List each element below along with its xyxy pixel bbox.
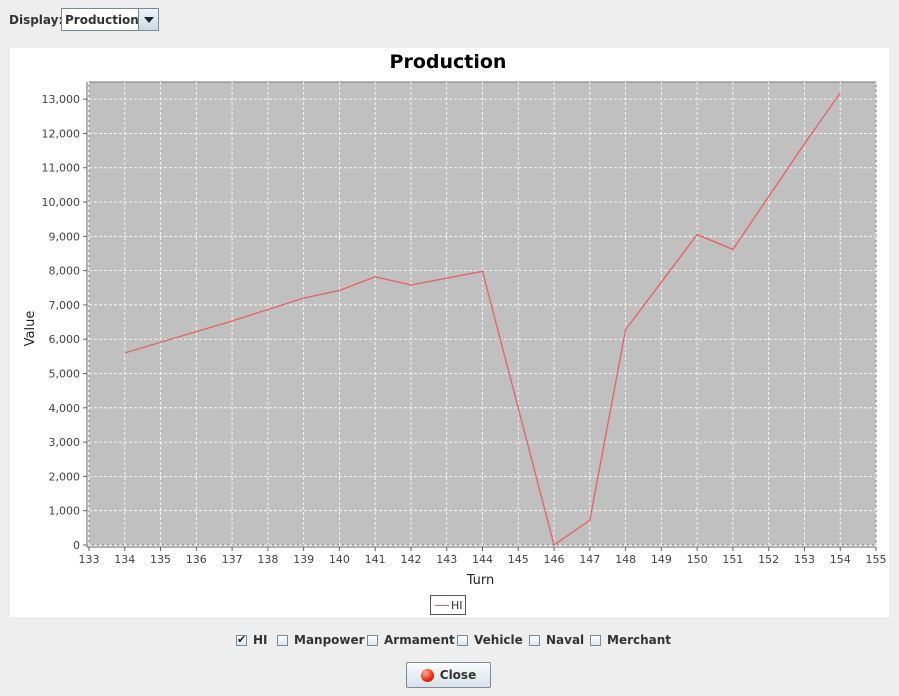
x-tick-label: 136 (186, 553, 207, 566)
close-icon (420, 668, 434, 682)
x-tick-label: 153 (794, 553, 815, 566)
legend-swatch (435, 605, 449, 606)
y-tick-label: 0 (73, 539, 80, 552)
y-axis-label: Value (23, 311, 38, 347)
display-label: Display: (9, 13, 64, 27)
x-tick-label: 148 (615, 553, 636, 566)
x-tick-label: 134 (114, 553, 135, 566)
x-tick-label: 144 (472, 553, 493, 566)
x-tick-label: 137 (222, 553, 243, 566)
x-tick-label: 139 (293, 553, 314, 566)
close-button-label: Close (439, 668, 477, 682)
filter-label: Naval (546, 633, 585, 647)
y-tick-label: 7,000 (49, 299, 81, 312)
x-tick-label: 147 (579, 553, 600, 566)
filter-label: Merchant (607, 633, 672, 647)
y-tick-label: 3,000 (49, 436, 81, 449)
display-select[interactable]: Production (61, 8, 159, 31)
checkbox-icon[interactable] (236, 633, 247, 647)
x-tick-label: 133 (79, 553, 100, 566)
y-tick-label: 10,000 (42, 196, 81, 209)
x-tick-label: 151 (722, 553, 743, 566)
checkbox-icon[interactable] (367, 634, 378, 646)
y-tick-label: 4,000 (49, 402, 81, 415)
close-button[interactable]: Close (406, 662, 491, 688)
checkbox-icon[interactable] (457, 634, 468, 646)
y-tick-label: 5,000 (49, 368, 81, 381)
filter-manpower[interactable]: Manpower (277, 631, 365, 649)
y-tick-label: 13,000 (42, 93, 81, 106)
production-chart: Production 133 134 135 136 137 138 139 140 141 142… (23, 51, 887, 588)
checkbox-icon[interactable] (277, 634, 288, 646)
y-tick-label: 9,000 (49, 230, 81, 243)
y-tick-label: 2,000 (49, 470, 81, 483)
x-tick-label: 152 (758, 553, 779, 566)
filter-armament[interactable]: Armament (367, 631, 455, 649)
filter-label: HI (253, 633, 268, 647)
x-tick-label: 146 (544, 553, 565, 566)
chart-title: Production (390, 51, 507, 73)
chevron-down-icon[interactable] (138, 9, 158, 30)
x-tick-label: 138 (257, 553, 278, 566)
series-filters: HI Manpower Armament Vehicle Naval Merch… (0, 631, 899, 651)
checkbox-icon[interactable] (529, 634, 540, 646)
y-tick-label: 1,000 (49, 505, 81, 518)
x-tick-label: 135 (150, 553, 171, 566)
x-tick-label: 155 (866, 553, 887, 566)
x-tick-label: 143 (436, 553, 457, 566)
x-tick-label: 140 (329, 553, 350, 566)
x-tick-label: 149 (651, 553, 672, 566)
chart-legend: HI (430, 595, 466, 615)
filter-label: Manpower (294, 633, 365, 647)
y-tick-label: 8,000 (49, 265, 81, 278)
chart-panel: Production 133 134 135 136 137 138 139 140 141 142… (10, 48, 889, 617)
y-tick-label: 11,000 (42, 162, 81, 175)
filter-naval[interactable]: Naval (529, 631, 584, 649)
filter-vehicle[interactable]: Vehicle (457, 631, 523, 649)
top-toolbar: Display: Production (0, 0, 899, 42)
x-tick-label: 141 (365, 553, 386, 566)
x-tick-label: 142 (400, 553, 421, 566)
display-select-value: Production (65, 13, 139, 27)
x-tick-label: 154 (830, 553, 851, 566)
legend-label: HI (451, 599, 463, 612)
checkbox-icon[interactable] (590, 634, 601, 646)
x-axis-label: Turn (466, 573, 495, 588)
filter-label: Vehicle (474, 633, 523, 647)
x-tick-label: 150 (687, 553, 708, 566)
filter-merchant[interactable]: Merchant (590, 631, 671, 649)
filter-label: Armament (384, 633, 455, 647)
x-tick-label: 145 (508, 553, 529, 566)
filter-hi[interactable]: HI (236, 631, 268, 649)
y-tick-label: 12,000 (42, 127, 81, 140)
y-tick-label: 6,000 (49, 333, 81, 346)
